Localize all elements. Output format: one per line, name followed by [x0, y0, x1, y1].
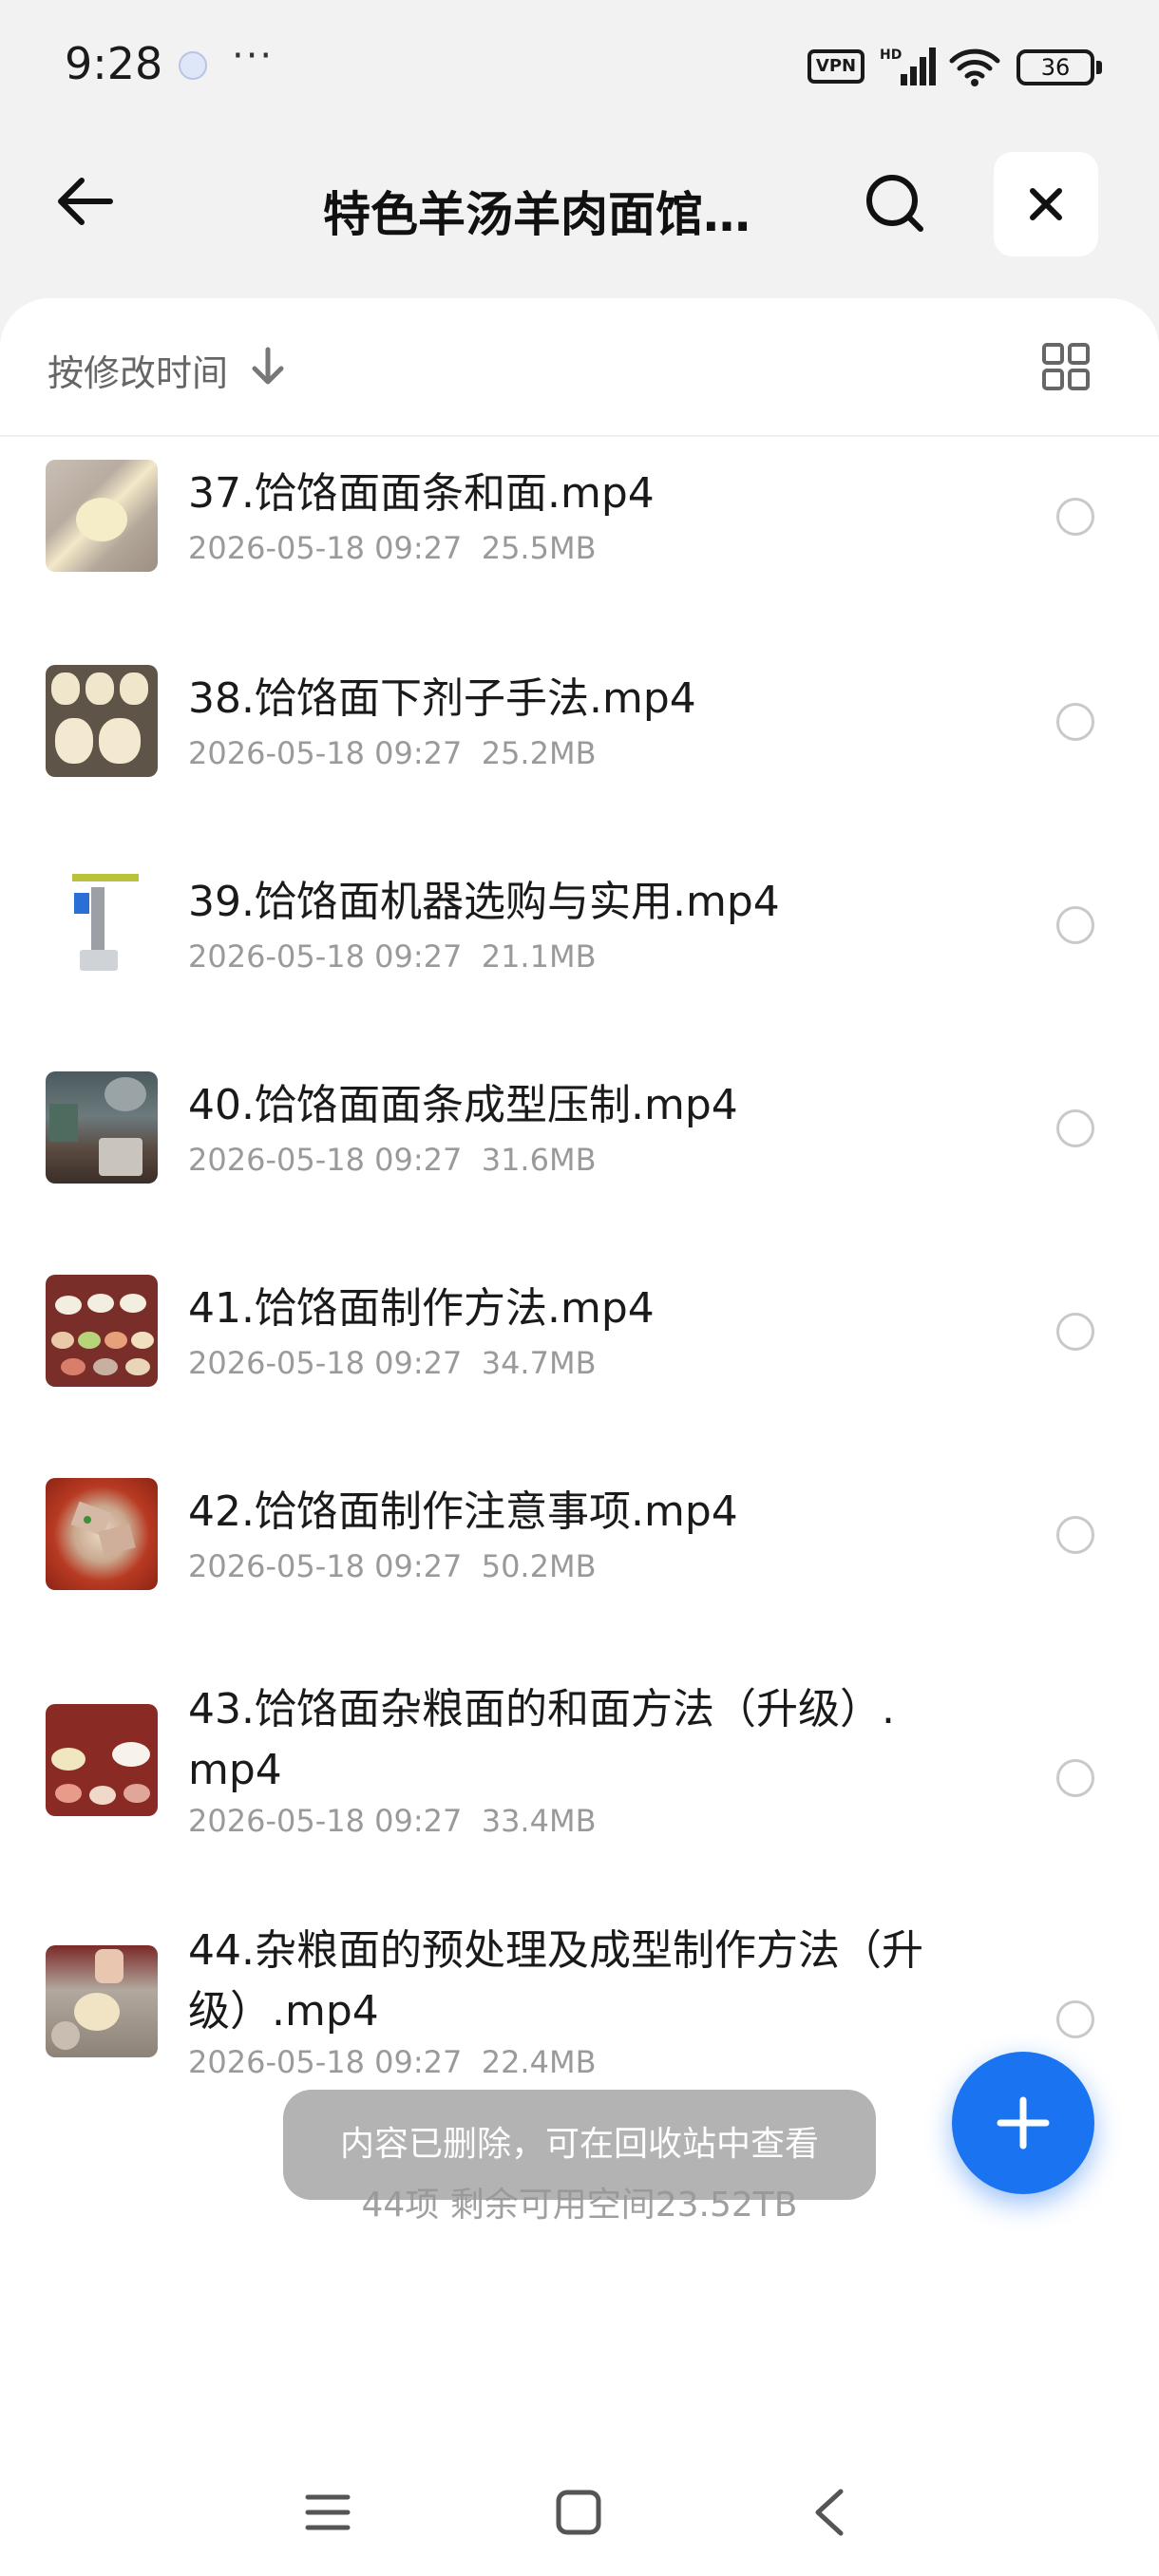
system-nav-bar: [0, 2451, 1159, 2576]
close-button[interactable]: [994, 152, 1098, 256]
list-item[interactable]: 43.饸饹面杂粮面的和面方法（升级）.mp4 2026-05-18 09:27 …: [0, 1679, 1159, 1850]
select-checkbox[interactable]: [1056, 2000, 1094, 2038]
file-date: 2026-05-18 09:27: [188, 735, 463, 771]
vpn-icon: VPN: [808, 49, 864, 84]
search-button[interactable]: [855, 163, 935, 243]
arrow-down-icon[interactable]: [249, 346, 287, 388]
status-bar: 9:28 ··· VPN HD 36: [0, 0, 1159, 133]
file-name: 42.饸饹面制作注意事项.mp4: [188, 1487, 738, 1536]
status-time: 9:28: [65, 38, 163, 89]
list-item[interactable]: 41.饸饹面制作方法.mp4 2026-05-18 09:27 34.7MB: [0, 1273, 1159, 1425]
add-button[interactable]: [952, 2052, 1094, 2194]
chevron-left-icon: [815, 2489, 844, 2536]
file-date: 2026-05-18 09:27: [188, 1345, 463, 1381]
file-meta: 2026-05-18 09:27 21.1MB: [188, 938, 597, 975]
file-date: 2026-05-18 09:27: [188, 1548, 463, 1584]
hd-label: HD: [880, 47, 902, 63]
list-item[interactable]: 40.饸饹面面条成型压制.mp4 2026-05-18 09:27 31.6MB: [0, 1070, 1159, 1222]
video-thumbnail: [46, 1704, 158, 1816]
home-square-icon: [556, 2490, 601, 2535]
select-checkbox[interactable]: [1056, 1759, 1094, 1797]
video-thumbnail: [46, 1945, 158, 2057]
file-size: 31.6MB: [481, 1142, 597, 1178]
search-icon: [866, 175, 923, 232]
grid-icon[interactable]: [1041, 342, 1091, 391]
video-thumbnail: [46, 1071, 158, 1184]
select-checkbox[interactable]: [1056, 1109, 1094, 1147]
video-thumbnail: [46, 868, 158, 980]
select-checkbox[interactable]: [1056, 1516, 1094, 1554]
file-meta: 2026-05-18 09:27 34.7MB: [188, 1345, 597, 1381]
page-title: 特色羊汤羊肉面馆…: [323, 187, 750, 242]
toast-message: 内容已删除，可在回收站中查看: [283, 2090, 876, 2200]
nav-home-button[interactable]: [536, 2470, 621, 2555]
file-name: 43.饸饹面杂粮面的和面方法（升级）.mp4: [188, 1685, 895, 1794]
video-thumbnail: [46, 1478, 158, 1590]
file-size: 34.7MB: [481, 1345, 597, 1381]
file-name: 40.饸饹面面条成型压制.mp4: [188, 1081, 738, 1129]
file-name: 39.饸饹面机器选购与实用.mp4: [188, 878, 780, 926]
file-name: 44.杂粮面的预处理及成型制作方法（升级）.mp4: [188, 1926, 923, 2036]
video-thumbnail: [46, 460, 158, 572]
file-name: 37.饸饹面面条和面.mp4: [188, 469, 655, 518]
file-date: 2026-05-18 09:27: [188, 530, 463, 566]
back-button[interactable]: [46, 163, 122, 239]
file-name: 41.饸饹面制作方法.mp4: [188, 1284, 655, 1333]
file-size: 22.4MB: [481, 2044, 597, 2080]
file-size: 25.2MB: [481, 735, 597, 771]
arrow-left-icon: [58, 178, 113, 225]
video-thumbnail: [46, 665, 158, 777]
sort-order-button[interactable]: 按修改时间: [48, 344, 228, 396]
file-meta: 2026-05-18 09:27 25.5MB: [188, 530, 597, 566]
list-item[interactable]: 38.饸饹面下剂子手法.mp4 2026-05-18 09:27 25.2MB: [0, 663, 1159, 815]
more-notifications-icon: ···: [232, 34, 275, 78]
select-checkbox[interactable]: [1056, 703, 1094, 741]
file-date: 2026-05-18 09:27: [188, 1803, 463, 1839]
select-checkbox[interactable]: [1056, 498, 1094, 536]
file-date: 2026-05-18 09:27: [188, 1142, 463, 1178]
file-meta: 2026-05-18 09:27 31.6MB: [188, 1142, 597, 1178]
file-size: 25.5MB: [481, 530, 597, 566]
list-item[interactable]: 37.饸饹面面条和面.mp4 2026-05-18 09:27 25.5MB: [0, 460, 1159, 612]
battery-icon: 36: [1016, 49, 1102, 85]
sort-bar: 按修改时间: [0, 298, 1159, 437]
list-item[interactable]: 42.饸饹面制作注意事项.mp4 2026-05-18 09:27 50.2MB: [0, 1476, 1159, 1628]
file-meta: 2026-05-18 09:27 22.4MB: [188, 2044, 597, 2080]
close-icon: [1030, 188, 1062, 220]
file-size: 50.2MB: [481, 1548, 597, 1584]
select-checkbox[interactable]: [1056, 906, 1094, 944]
file-date: 2026-05-18 09:27: [188, 2044, 463, 2080]
notification-app-icon: [179, 51, 207, 80]
nav-back-button[interactable]: [787, 2470, 872, 2555]
file-size: 21.1MB: [481, 938, 597, 975]
file-name: 38.饸饹面下剂子手法.mp4: [188, 674, 696, 723]
file-date: 2026-05-18 09:27: [188, 938, 463, 975]
file-size: 33.4MB: [481, 1803, 597, 1839]
file-meta: 2026-05-18 09:27 33.4MB: [188, 1803, 597, 1839]
signal-icon: HD: [880, 47, 936, 85]
plus-icon: [997, 2096, 1050, 2150]
file-meta: 2026-05-18 09:27 50.2MB: [188, 1548, 597, 1584]
menu-icon: [305, 2494, 351, 2530]
file-meta: 2026-05-18 09:27 25.2MB: [188, 735, 597, 771]
nav-menu-button[interactable]: [285, 2470, 370, 2555]
file-list-panel: 按修改时间: [0, 298, 1159, 2576]
list-item[interactable]: 39.饸饹面机器选购与实用.mp4 2026-05-18 09:27 21.1M…: [0, 866, 1159, 1018]
select-checkbox[interactable]: [1056, 1313, 1094, 1351]
wifi-icon: [949, 48, 1000, 86]
video-thumbnail: [46, 1275, 158, 1387]
